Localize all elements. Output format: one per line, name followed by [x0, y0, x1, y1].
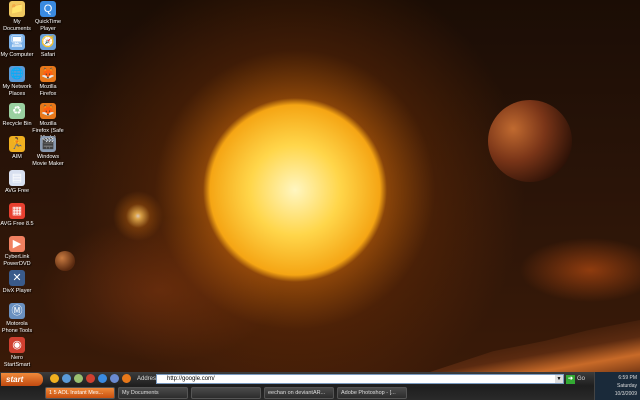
taskbar-button[interactable]: Adobe Photoshop - [... [337, 387, 407, 399]
planet-wallpaper [55, 251, 75, 271]
firefox-icon[interactable] [122, 374, 131, 383]
aim-icon: 🏃 [9, 136, 25, 152]
desktop-icon[interactable]: ♻ Recycle Bin [0, 103, 34, 128]
messenger-icon[interactable] [98, 374, 107, 383]
desktop-icon[interactable]: ▶ CyberLink PowerDVD [0, 236, 34, 268]
desktop-icon[interactable]: ▦ AVG Free 8.5 [0, 203, 34, 228]
recycle-bin-icon: ♻ [9, 103, 25, 119]
motorola-icon: Ⓜ [9, 303, 25, 319]
desktop-icon-label: Nero StartSmart [3, 355, 31, 368]
quicktime-icon: Q [40, 1, 56, 17]
desktop-icon-label: My Network Places [2, 84, 32, 97]
divx-icon: ✕ [9, 270, 25, 286]
desktop-icon[interactable]: 🖥 My Computer [0, 34, 34, 59]
movie-maker-icon: 🎬 [40, 136, 56, 152]
desktop-icon[interactable]: ✕ DivX Player [0, 270, 34, 295]
desktop-icon[interactable]: ▤ AVG Free [0, 170, 34, 195]
taskbar-button[interactable] [191, 387, 261, 399]
desktop-icon-label: AVG Free 8.5 [0, 221, 34, 227]
desktop-icon-label: My Computer [0, 52, 34, 58]
nero-icon: ◉ [9, 337, 25, 353]
taskbar-button[interactable]: 1 5 AOL Instant Mes... [45, 387, 115, 399]
desktop-icon-label: AVG Free [4, 188, 30, 194]
address-dropdown-button[interactable]: ▼ [555, 375, 563, 383]
clock-day: Saturday [616, 383, 637, 389]
desktop-icon-label: Motorola Phone Tools [1, 321, 33, 334]
desktop-icon[interactable]: 📁 My Documents [0, 1, 34, 33]
desktop-icon-label: DivX Player [2, 288, 32, 294]
taskbar: start Address http://google.com/▼ ➜ Go 1 … [0, 372, 640, 400]
aim-icon[interactable] [50, 374, 59, 383]
avg-icon: ▦ [9, 203, 25, 219]
desktop-icon[interactable]: 🏃 AIM [0, 136, 34, 161]
clock-time[interactable]: 6:59 PM [595, 374, 637, 382]
task-list: 1 5 AOL Instant Mes... My Documents eechan… [45, 387, 407, 399]
recycle-icon[interactable] [74, 374, 83, 383]
desktop-icon[interactable]: 🦊 Mozilla Firefox [31, 66, 65, 98]
desktop-icon-label: Mozilla Firefox [39, 84, 57, 97]
network-icon: 🌐 [9, 66, 25, 82]
rocks-wallpaper [430, 320, 640, 372]
desktop-icon[interactable]: ◉ Nero StartSmart [0, 337, 34, 369]
desktop-icon[interactable]: Ⓜ Motorola Phone Tools [0, 303, 34, 335]
taskbar-button[interactable]: My Documents [118, 387, 188, 399]
computer-icon: 🖥 [9, 34, 25, 50]
desktop-icon-label: AIM [12, 154, 22, 160]
start-button[interactable]: start [1, 373, 43, 386]
desktop-icon[interactable]: Q QuickTime Player [31, 1, 65, 33]
go-arrow-icon: ➜ [566, 375, 575, 384]
address-input[interactable]: http://google.com/ ▼ [156, 374, 564, 384]
powerdvd-icon: ▶ [9, 236, 25, 252]
clock-date: 10/3/2009 [614, 391, 637, 397]
desktop-icon-label: QuickTime Player [34, 19, 62, 32]
desktop-icon[interactable]: 🧭 Safari [31, 34, 65, 59]
desktop-icon-label: Safari [40, 52, 56, 58]
network-icon[interactable] [62, 374, 71, 383]
desktop-icon-label: Recycle Bin [2, 121, 32, 127]
address-value: http://google.com/ [167, 376, 215, 382]
desktop-icon-label: CyberLink PowerDVD [3, 254, 31, 267]
avg-icon: ▤ [9, 170, 25, 186]
safari-icon: 🧭 [40, 34, 56, 50]
desktop: 📁 My Documents 🖥 My Computer 🌐 My Network Pla… [0, 0, 640, 372]
taskbar-button[interactable]: eechan on deviantAR... [264, 387, 334, 399]
firefox-icon: 🦊 [40, 103, 56, 119]
quick-launch [50, 374, 131, 383]
firefox-icon: 🦊 [40, 66, 56, 82]
desktop-icon-label: My Documents [3, 19, 31, 32]
desktop-icon-label: Windows Movie Maker [32, 154, 64, 167]
desktop-icon[interactable]: 🌐 My Network Places [0, 66, 34, 98]
planet-wallpaper [488, 100, 572, 182]
system-tray: 6:59 PM Saturday 10/3/2009 [594, 372, 640, 400]
go-button[interactable]: ➜ Go [566, 374, 585, 384]
folder-icon: 📁 [9, 1, 25, 17]
window-icon[interactable] [110, 374, 119, 383]
nero-icon[interactable] [86, 374, 95, 383]
go-label: Go [577, 376, 586, 382]
desktop-icon[interactable]: 🎬 Windows Movie Maker [31, 136, 65, 168]
